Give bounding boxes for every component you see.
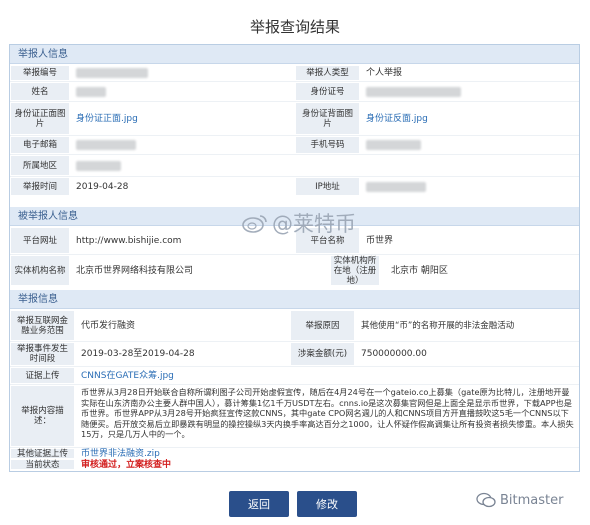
id-no-label: 身份证号 xyxy=(295,82,360,101)
reporter-type-value: 个人举报 xyxy=(366,68,403,78)
region-value xyxy=(70,155,295,176)
event-time-label: 举报事件发生时间段 xyxy=(10,342,75,366)
reason-value: 其他使用“币”的名称开展的非法金融活动 xyxy=(361,320,515,331)
ip-value xyxy=(360,177,575,196)
weibo-handle: @莱特币 xyxy=(272,212,356,236)
reason-label: 举报原因 xyxy=(290,310,355,341)
weibo-icon xyxy=(242,215,267,233)
evidence-label: 证据上传 xyxy=(10,367,75,384)
content-value: 币世界从3月28日开始联合自称所谓利图子公司开始虚假宣传，随后在4月24号在一个… xyxy=(81,387,574,439)
phone-label: 手机号码 xyxy=(295,136,360,154)
edit-button[interactable]: 修改 xyxy=(297,491,357,517)
bitmaster-watermark: Bitmaster xyxy=(476,492,563,508)
id-back-label: 身份证背面图片 xyxy=(295,102,360,135)
entity-location-label: 实体机构所在地（注册地） xyxy=(330,255,380,286)
name-value xyxy=(70,82,295,101)
wechat-icon xyxy=(476,492,496,508)
id-no-value xyxy=(360,82,575,101)
phone-value xyxy=(360,136,575,154)
region-label: 所属地区 xyxy=(10,155,70,176)
entity-location-value: 北京市 朝阳区 xyxy=(391,265,448,276)
business-type-value: 代币发行融资 xyxy=(81,320,136,331)
business-type-label: 举报互联网金融业务范围 xyxy=(10,310,75,341)
entity-value: 北京币世界网络科技有限公司 xyxy=(76,265,194,276)
section-report-header: 举报信息 xyxy=(10,290,579,309)
report-no-value xyxy=(70,65,295,81)
evidence-link[interactable]: CNNS在GATE众筹.jpg xyxy=(75,367,375,384)
bitmaster-label: Bitmaster xyxy=(500,492,564,508)
platform-url-label: 平台网址 xyxy=(10,227,70,254)
report-result-panel: 举报人信息 举报编号 举报人类型 个人举报 姓名 身份证号 身份证正面图片 身份… xyxy=(9,44,580,472)
section-reporter-header: 举报人信息 xyxy=(10,45,579,64)
report-time-label: 举报时间 xyxy=(10,177,70,196)
back-button[interactable]: 返回 xyxy=(229,491,289,517)
status-value: 审核通过，立案核查中 xyxy=(81,459,172,470)
ip-label: IP地址 xyxy=(295,177,360,196)
id-back-link[interactable]: 身份证反面.jpg xyxy=(360,102,575,135)
reporter-type-label: 举报人类型 xyxy=(295,65,360,81)
email-value xyxy=(70,136,295,154)
amount-value: 750000000.00 xyxy=(361,349,427,359)
report-time-value: 2019-04-28 xyxy=(76,181,129,192)
report-no-label: 举报编号 xyxy=(10,65,70,81)
entity-label: 实体机构名称 xyxy=(10,255,70,286)
content-label: 举报内容描述： xyxy=(10,385,75,447)
amount-label: 涉案金额(元) xyxy=(290,342,355,366)
event-time-value: 2019-03-28至2019-04-28 xyxy=(81,349,195,359)
page-title: 举报查询结果 xyxy=(249,18,340,36)
id-front-link[interactable]: 身份证正面.jpg xyxy=(70,102,295,135)
other-evidence-label: 其他证据上传 xyxy=(10,448,75,459)
name-label: 姓名 xyxy=(10,82,70,101)
id-front-label: 身份证正面图片 xyxy=(10,102,70,135)
other-evidence-link[interactable]: 币世界非法融资.zip xyxy=(75,448,375,459)
email-label: 电子邮箱 xyxy=(10,136,70,154)
status-label: 当前状态 xyxy=(10,459,75,470)
platform-name-value: 币世界 xyxy=(366,235,394,246)
weibo-watermark: @莱特币 xyxy=(242,208,356,238)
